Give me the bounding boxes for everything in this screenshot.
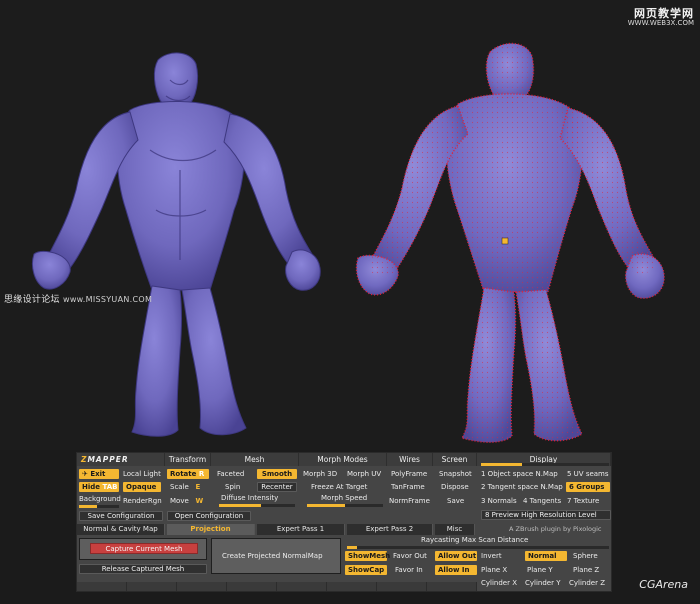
save-configuration-button[interactable]: Save Configuration xyxy=(79,511,163,521)
faceted-toggle[interactable]: Faceted xyxy=(217,469,244,479)
cgarena-watermark: CGArena xyxy=(639,578,688,591)
release-captured-mesh-button[interactable]: Release Captured Mesh xyxy=(79,564,207,574)
favor-out-toggle[interactable]: Favor Out xyxy=(393,551,427,561)
opaque-toggle[interactable]: Opaque xyxy=(123,482,161,492)
header-wires: Wires xyxy=(387,453,433,466)
recenter-button[interactable]: Recenter xyxy=(257,482,297,492)
smooth-toggle[interactable]: Smooth xyxy=(257,469,297,479)
plane-z-button[interactable]: Plane Z xyxy=(573,565,599,575)
morph-uv-toggle[interactable]: Morph UV xyxy=(347,469,381,479)
watermark-left-url: www.MISSYUAN.COM xyxy=(62,295,153,304)
allow-out-toggle[interactable]: Allow Out xyxy=(435,551,477,561)
header-screen: Screen xyxy=(433,453,477,466)
create-normalmap-box: Create Projected NormalMap xyxy=(211,538,341,574)
raycast-distance-slider[interactable] xyxy=(347,546,609,549)
scale-button[interactable]: Scale E xyxy=(170,482,200,492)
screen-save-button[interactable]: Save xyxy=(447,496,464,506)
header-transform: Transform xyxy=(165,453,211,466)
tab-projection[interactable]: Projection xyxy=(167,524,255,535)
background-slider[interactable] xyxy=(79,505,119,508)
morph-speed-label: Morph Speed xyxy=(321,494,368,502)
rotate-button[interactable]: Rotate R xyxy=(167,469,209,479)
watermark-left-cn: 思缘设计论坛 xyxy=(4,295,60,305)
3d-viewport[interactable]: 网页教学网 WWW.WEB3X.COM 思缘设计论坛 www.MISSYUAN.… xyxy=(0,0,700,450)
capture-current-mesh-button[interactable]: Capture Current Mesh xyxy=(90,543,198,554)
display-tangent-space-nmap[interactable]: 2 Tangent space N.Map xyxy=(481,482,563,492)
watermark-left: 思缘设计论坛 www.MISSYUAN.COM xyxy=(4,292,152,305)
tab-misc[interactable]: Misc xyxy=(435,524,475,535)
preview-high-res-button[interactable]: 8 Preview High Resolution Level xyxy=(481,510,611,520)
freeze-at-target-toggle[interactable]: Freeze At Target xyxy=(311,482,367,492)
plugin-credit: A ZBrush plugin by Pixologic xyxy=(509,525,602,533)
zmapper-panel: ZMAPPER Transform Mesh Morph Modes Wires… xyxy=(76,452,612,592)
zmapper-logo: ZMAPPER xyxy=(77,453,165,466)
render-region-toggle[interactable]: RenderRgn xyxy=(123,496,162,506)
create-projected-normalmap-button[interactable]: Create Projected NormalMap xyxy=(222,551,323,561)
tab-expert-pass-1[interactable]: Expert Pass 1 xyxy=(257,524,345,535)
invert-toggle[interactable]: Invert xyxy=(481,551,502,561)
normframe-toggle[interactable]: NormFrame xyxy=(389,496,430,506)
background-toggle[interactable]: Background xyxy=(79,494,121,504)
cylinder-x-button[interactable]: Cylinder X xyxy=(481,578,517,588)
display-object-space-nmap[interactable]: 1 Object space N.Map xyxy=(481,469,558,479)
allow-in-toggle[interactable]: Allow In xyxy=(435,565,477,575)
display-normals[interactable]: 3 Normals xyxy=(481,496,517,506)
local-light-toggle[interactable]: Local Light xyxy=(123,469,161,479)
tanframe-toggle[interactable]: TanFrame xyxy=(391,482,425,492)
plane-y-button[interactable]: Plane Y xyxy=(527,565,553,575)
model-normals xyxy=(355,42,665,443)
diffuse-intensity-label: Diffuse Intensity xyxy=(221,494,279,502)
exit-button[interactable]: ✈ Exit xyxy=(79,469,119,479)
tab-normal-cavity-map[interactable]: Normal & Cavity Map xyxy=(77,524,165,535)
pivot-marker[interactable] xyxy=(501,237,509,245)
display-tangents[interactable]: 4 Tangents xyxy=(523,496,561,506)
watermark-top: 网页教学网 WWW.WEB3X.COM xyxy=(627,7,694,28)
panel-footer-strip xyxy=(77,582,477,591)
polyframe-toggle[interactable]: PolyFrame xyxy=(391,469,427,479)
hide-tab-button[interactable]: Hide TAB xyxy=(79,482,119,492)
cylinder-z-button[interactable]: Cylinder Z xyxy=(569,578,605,588)
move-button[interactable]: Move W xyxy=(170,496,203,506)
morph-3d-toggle[interactable]: Morph 3D xyxy=(303,469,337,479)
plane-x-button[interactable]: Plane X xyxy=(481,565,507,575)
open-configuration-button[interactable]: Open Configuration xyxy=(167,511,251,521)
tab-expert-pass-2[interactable]: Expert Pass 2 xyxy=(347,524,433,535)
header-morph-modes: Morph Modes xyxy=(299,453,387,466)
watermark-top-url: WWW.WEB3X.COM xyxy=(627,19,694,28)
header-mesh: Mesh xyxy=(211,453,299,466)
cylinder-y-button[interactable]: Cylinder Y xyxy=(525,578,561,588)
sphere-mode-button[interactable]: Sphere xyxy=(573,551,598,561)
display-slider[interactable] xyxy=(481,463,609,466)
morph-speed-slider[interactable] xyxy=(307,504,383,507)
display-groups[interactable]: 6 Groups xyxy=(566,482,610,492)
normal-mode-button[interactable]: Normal xyxy=(525,551,567,561)
snapshot-button[interactable]: Snapshot xyxy=(439,469,472,479)
spin-toggle[interactable]: Spin xyxy=(225,482,240,492)
capture-box: Capture Current Mesh xyxy=(79,538,207,560)
display-uv-seams[interactable]: 5 UV seams xyxy=(567,469,609,479)
show-mesh-toggle[interactable]: ShowMesh xyxy=(345,551,390,561)
display-texture[interactable]: 7 Texture xyxy=(567,496,599,506)
watermark-top-main: 网页教学网 xyxy=(634,7,694,20)
dispose-button[interactable]: Dispose xyxy=(441,482,469,492)
diffuse-intensity-slider[interactable] xyxy=(219,504,295,507)
model-smooth xyxy=(31,52,321,437)
favor-in-toggle[interactable]: Favor In xyxy=(395,565,423,575)
raycast-distance-label: Raycasting Max Scan Distance xyxy=(421,536,529,544)
show-cap-toggle[interactable]: ShowCap xyxy=(345,565,387,575)
